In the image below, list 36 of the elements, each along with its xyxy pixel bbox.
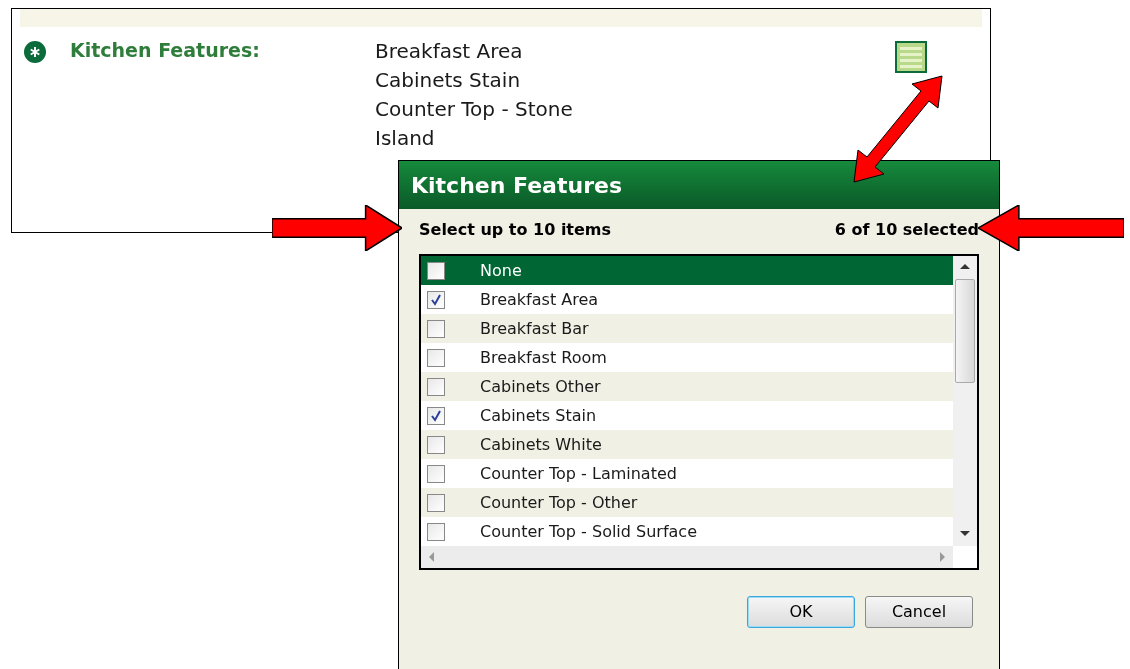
checkbox[interactable] xyxy=(427,493,445,512)
list-item[interactable]: Cabinets White xyxy=(421,430,953,459)
scroll-left-icon[interactable] xyxy=(429,552,434,562)
scroll-thumb[interactable] xyxy=(955,279,975,383)
selection-count: 6 of 10 selected xyxy=(834,219,979,241)
required-icon xyxy=(24,41,46,63)
checkbox[interactable] xyxy=(427,464,445,483)
list-icon[interactable] xyxy=(895,41,927,73)
checkbox[interactable] xyxy=(427,348,445,367)
check-icon xyxy=(430,409,442,422)
list-item[interactable]: None xyxy=(421,256,953,285)
vertical-scrollbar[interactable] xyxy=(953,256,977,546)
checkbox[interactable] xyxy=(427,290,445,309)
dialog-button[interactable]: OK xyxy=(747,596,855,628)
feature-value: Island xyxy=(375,125,436,152)
checkbox[interactable] xyxy=(427,406,445,425)
checkbox[interactable] xyxy=(427,261,445,280)
selection-hint: Select up to 10 items xyxy=(419,219,612,241)
list-item[interactable]: Cabinets Other xyxy=(421,372,953,401)
feature-value: Counter Top - Stone xyxy=(375,96,574,123)
checkbox[interactable] xyxy=(427,377,445,396)
scroll-down-icon[interactable] xyxy=(960,531,970,536)
scroll-right-icon[interactable] xyxy=(940,552,945,562)
list-item[interactable]: Breakfast Bar xyxy=(421,314,953,343)
dialog-button[interactable]: Cancel xyxy=(865,596,973,628)
list-item[interactable]: Counter Top - Other xyxy=(421,488,953,517)
checkbox[interactable] xyxy=(427,319,445,338)
dialog-title: Kitchen Features xyxy=(399,161,999,209)
field-label: Kitchen Features: xyxy=(70,38,261,63)
horizontal-scrollbar[interactable] xyxy=(421,546,953,568)
feature-value: Breakfast Area xyxy=(375,38,524,65)
check-icon xyxy=(430,293,442,306)
checkbox[interactable] xyxy=(427,435,445,454)
scroll-up-icon[interactable] xyxy=(960,264,970,269)
feature-value: Cabinets Stain xyxy=(375,67,522,94)
checkbox[interactable] xyxy=(427,522,445,541)
